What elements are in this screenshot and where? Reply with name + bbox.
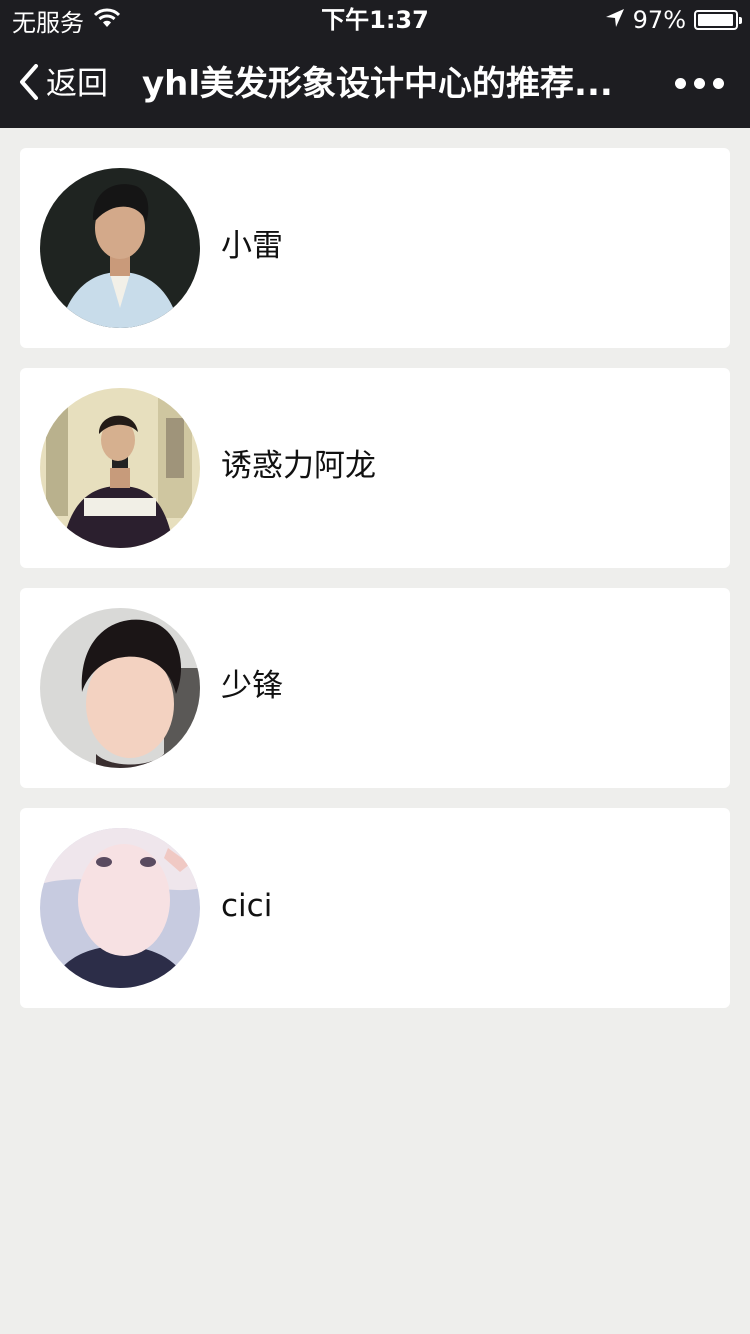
avatar <box>40 608 200 768</box>
stylist-name: 少锋 <box>221 668 283 704</box>
nav-bar: 返回 yhl美发形象设计中心的推荐... <box>0 40 750 128</box>
more-menu-button[interactable] <box>675 78 724 89</box>
page-title: yhl美发形象设计中心的推荐... <box>142 64 613 104</box>
chevron-left-icon <box>18 64 40 104</box>
stylist-name: 诱惑力阿龙 <box>221 448 376 484</box>
stylist-card[interactable]: 小雷 <box>20 148 730 348</box>
stylist-card[interactable]: cici <box>20 808 730 1008</box>
stylist-name: 小雷 <box>221 228 283 264</box>
more-dot-icon <box>694 78 705 89</box>
battery-icon <box>694 10 742 30</box>
more-dot-icon <box>675 78 686 89</box>
status-bar: 无服务 下午1:37 97% <box>0 0 750 40</box>
avatar <box>40 388 200 548</box>
location-arrow-icon <box>605 6 625 34</box>
avatar <box>40 168 200 328</box>
back-label: 返回 <box>46 66 108 102</box>
battery-percent: 97% <box>632 6 686 34</box>
more-dot-icon <box>713 78 724 89</box>
avatar <box>40 828 200 988</box>
battery-level-fill <box>698 14 733 26</box>
stylist-list: 小雷 诱惑力阿龙 少锋 cici <box>20 148 730 1028</box>
stylist-card[interactable]: 诱惑力阿龙 <box>20 368 730 568</box>
back-button[interactable]: 返回 <box>18 62 108 106</box>
stylist-name: cici <box>221 888 273 924</box>
stylist-card[interactable]: 少锋 <box>20 588 730 788</box>
